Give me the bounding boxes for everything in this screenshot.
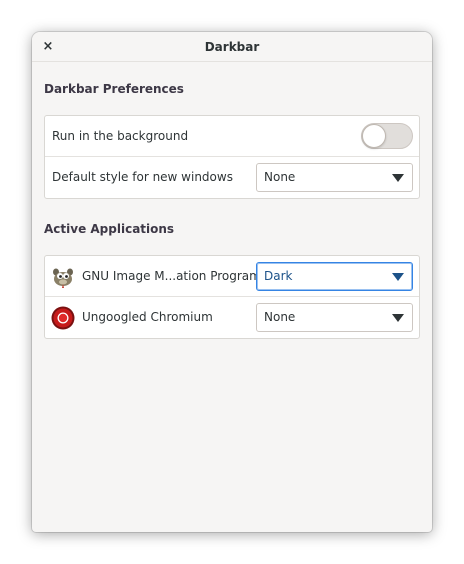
dropdown-arrow-icon — [392, 273, 404, 281]
switch-knob — [362, 124, 386, 148]
preferences-heading: Darkbar Preferences — [44, 82, 184, 96]
app-row-chromium: Ungoogled Chromium None — [45, 297, 419, 338]
app-row-gimp: GNU Image M...ation Program Dark — [45, 256, 419, 297]
default-style-dropdown[interactable]: None — [256, 163, 413, 192]
preferences-list: Run in the background Default style for … — [44, 115, 420, 199]
chromium-icon — [51, 306, 75, 330]
dropdown-arrow-icon — [392, 314, 404, 322]
default-style-value: None — [264, 170, 296, 184]
window-title: Darkbar — [204, 40, 260, 54]
active-apps-list: GNU Image M...ation Program Dark Ungoogl… — [44, 255, 420, 339]
default-style-row: Default style for new windows None — [45, 157, 419, 198]
darkbar-window: × Darkbar Darkbar Preferences Run in the… — [32, 32, 432, 532]
chromium-style-dropdown[interactable]: None — [256, 303, 413, 332]
run-background-row: Run in the background — [45, 116, 419, 157]
header-bar: × Darkbar — [32, 32, 432, 62]
app-name: GNU Image M...ation Program — [82, 269, 261, 283]
chromium-style-value: None — [264, 310, 296, 324]
app-name: Ungoogled Chromium — [82, 310, 213, 324]
dropdown-arrow-icon — [392, 174, 404, 182]
active-apps-heading: Active Applications — [44, 222, 175, 236]
gimp-style-dropdown[interactable]: Dark — [256, 262, 413, 291]
gimp-icon — [53, 268, 73, 288]
run-background-label: Run in the background — [52, 129, 189, 143]
default-style-label: Default style for new windows — [52, 170, 233, 184]
run-background-switch[interactable] — [361, 123, 413, 149]
gimp-style-value: Dark — [264, 269, 293, 283]
